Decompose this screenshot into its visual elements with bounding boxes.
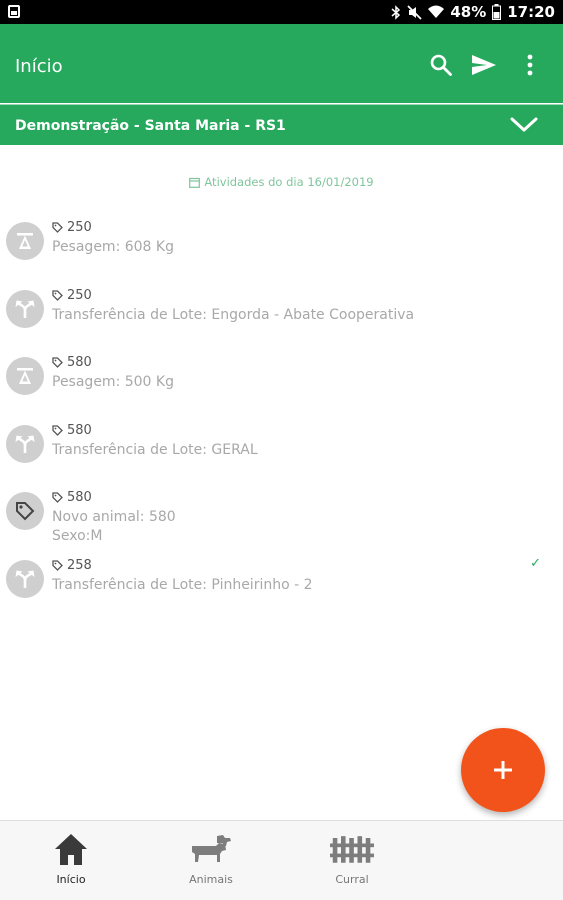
tag-icon	[6, 492, 44, 530]
activity-description-line: Transferência de Lote: GERAL	[52, 441, 258, 458]
battery-percentage: 48%	[450, 3, 487, 21]
activity-description: Pesagem: 500 Kg	[52, 373, 174, 392]
search-button[interactable]	[428, 52, 454, 78]
chevron-down-icon[interactable]	[509, 113, 539, 135]
activity-description-line: Novo animal: 580	[52, 509, 176, 525]
activity-description-line: Pesagem: 608 Kg	[52, 239, 174, 255]
tag-outline-icon	[52, 492, 63, 503]
status-bar: 48% 17:20	[0, 0, 563, 24]
cattle-icon	[192, 835, 231, 862]
activity-item[interactable]: 258 Transferência de Lote: Pinheirinho - …	[0, 556, 563, 616]
animal-tag-number: 580	[67, 422, 92, 438]
date-header: Atividades do dia 16/01/2019	[0, 175, 563, 189]
farm-selector[interactable]: Demonstração - Santa Maria - RS1	[0, 104, 563, 145]
scale-icon	[6, 222, 44, 260]
mute-icon	[407, 4, 422, 20]
synced-check-icon: ✓	[530, 555, 541, 571]
activity-item[interactable]: 250 Pesagem: 608 Kg	[0, 218, 563, 278]
activity-item[interactable]: 580 Novo animal: 580 Sexo:M	[0, 488, 563, 548]
activity-description: Pesagem: 608 Kg	[52, 238, 174, 257]
date-header-label: Atividades do dia 16/01/2019	[204, 175, 374, 189]
send-button[interactable]	[471, 52, 497, 78]
status-time: 17:20	[507, 3, 555, 21]
fence-icon	[330, 836, 374, 863]
more-options-button[interactable]	[517, 52, 543, 78]
animal-tag: 580	[52, 423, 92, 438]
transfer-icon	[6, 424, 44, 463]
activity-description: Novo animal: 580 Sexo:M	[52, 508, 176, 546]
activity-item[interactable]: 580 Pesagem: 500 Kg	[0, 353, 563, 413]
activity-description: Transferência de Lote: GERAL	[52, 441, 258, 460]
tag-outline-icon	[52, 289, 63, 301]
tag-outline-icon	[52, 424, 63, 436]
activity-item[interactable]: 250 Transferência de Lote: Engorda - Abat…	[0, 286, 563, 346]
animal-tag-number: 250	[67, 220, 92, 235]
nav-item-animais[interactable]: Animais	[156, 831, 266, 897]
tag-outline-icon	[52, 357, 63, 368]
nav-label-inicio: Início	[56, 873, 86, 886]
send-icon	[472, 55, 496, 75]
animal-tag: 580	[52, 355, 92, 370]
animal-tag: 250	[52, 288, 92, 303]
tag-outline-icon	[52, 559, 63, 571]
activity-description-line: Transferência de Lote: Engorda - Abate C…	[52, 306, 415, 323]
app-bar: Início	[0, 24, 563, 103]
battery-icon	[492, 4, 502, 20]
activity-description-line: Pesagem: 500 Kg	[52, 374, 174, 390]
screenshot-notification-icon	[8, 5, 20, 18]
status-indicators: 48% 17:20	[391, 2, 555, 22]
search-icon	[430, 54, 452, 76]
animal-tag-number: 580	[67, 490, 92, 505]
page-title: Início	[15, 56, 63, 77]
nav-item-curral[interactable]: Curral	[297, 831, 407, 897]
activity-item[interactable]: 580 Transferência de Lote: GERAL	[0, 421, 563, 481]
transfer-icon	[6, 289, 44, 328]
activity-description: Transferência de Lote: Pinheirinho - 2	[52, 576, 313, 595]
animal-tag-number: 580	[67, 355, 92, 370]
home-icon	[55, 834, 87, 865]
activity-list[interactable]: Atividades do dia 16/01/2019 250 Pesagem:…	[0, 145, 563, 820]
activity-description-line: Sexo:M	[52, 528, 103, 544]
nav-label-curral: Curral	[335, 873, 369, 886]
bluetooth-icon	[391, 4, 401, 20]
animal-tag-number: 250	[67, 287, 92, 303]
transfer-icon	[6, 559, 44, 598]
scale-icon	[6, 357, 44, 395]
calendar-icon	[189, 177, 201, 188]
activity-description-line: Transferência de Lote: Pinheirinho - 2	[52, 576, 313, 593]
animal-tag: 250	[52, 220, 92, 235]
more-vert-icon	[527, 54, 533, 76]
animal-tag: 258	[52, 558, 92, 573]
animal-tag-number: 258	[67, 557, 92, 573]
nav-label-animais: Animais	[189, 873, 233, 886]
nav-item-inicio[interactable]: Início	[16, 831, 126, 897]
activity-description: Transferência de Lote: Engorda - Abate C…	[52, 306, 414, 325]
add-activity-button[interactable]	[461, 728, 545, 812]
animal-tag: 580	[52, 490, 92, 505]
bottom-navigation: Início Animais Curral	[0, 820, 563, 900]
plus-icon	[494, 761, 512, 779]
tag-outline-icon	[52, 222, 63, 233]
wifi-icon	[428, 5, 445, 19]
farm-selector-label: Demonstração - Santa Maria - RS1	[15, 118, 286, 134]
